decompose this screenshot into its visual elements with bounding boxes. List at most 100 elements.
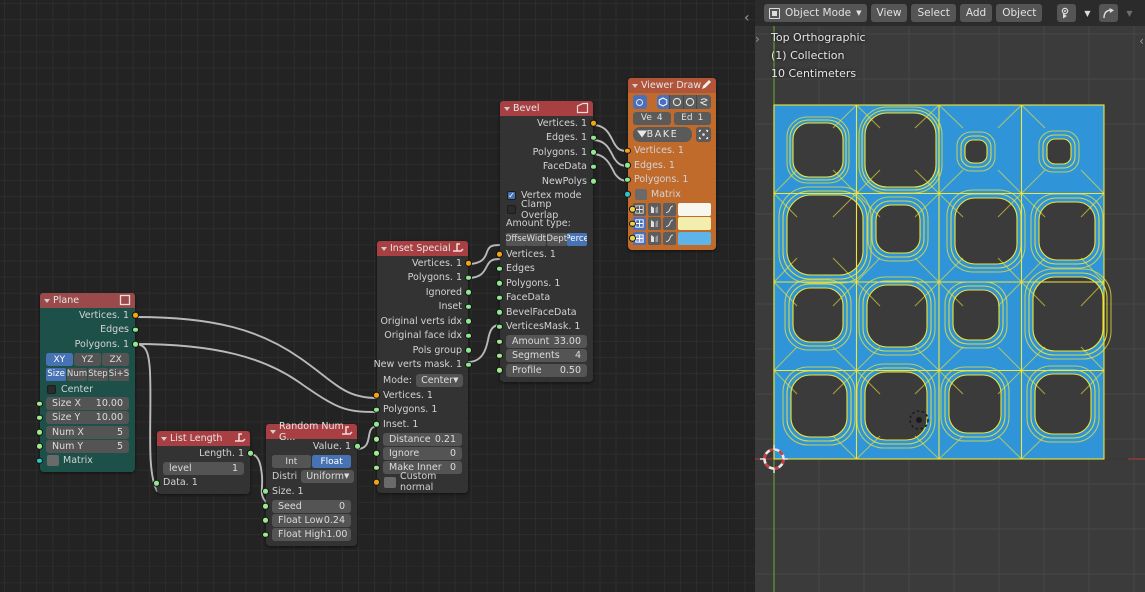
amount-type-width-button[interactable]: Widt [526,232,547,246]
socket-row-polygons-out[interactable]: Polygons. 1 [40,337,139,352]
socket-size-y-in[interactable] [36,414,43,422]
socket-original-verts-idx-out[interactable] [465,318,472,325]
collapse-triangle-icon[interactable] [504,106,510,111]
circle-icon[interactable] [683,95,698,109]
num-x-field[interactable]: Num X 5 [46,425,129,439]
plane-size-x-row[interactable]: Size X 10.00 [36,397,135,411]
amount-type-percent-button[interactable]: Perce [567,232,588,246]
checkbox-icon[interactable] [507,205,516,214]
curve-icon[interactable] [663,217,676,230]
bevel-segments-row[interactable]: Segments 4 [496,349,593,363]
type-float-button[interactable]: Float [312,455,351,468]
socket-num-y-in[interactable] [36,443,43,450]
socket-row-edges-in[interactable]: Edges [496,262,593,277]
socket-vertices-in[interactable] [373,392,380,399]
profile-field[interactable]: Profile 0.50 [506,363,587,377]
socket-row-original-verts-idx-out[interactable]: Original verts idx [377,314,472,329]
socket-polygons-in[interactable] [624,176,631,183]
checkbox-icon[interactable] [507,191,516,200]
plane-mode-buttons[interactable]: Size Num Step Si+S [46,367,130,381]
mode-dropdown[interactable]: Object Mode ▼ [764,4,867,22]
socket-matrix-in[interactable] [36,457,43,465]
bevel-profile-row[interactable]: Profile 0.50 [496,363,593,377]
size-y-field[interactable]: Size Y 10.00 [46,411,129,425]
list-length-level-row[interactable]: level 1 [157,461,250,475]
mode-step-button[interactable]: Step [87,367,109,381]
collapse-triangle-icon[interactable] [381,246,387,251]
viewer-draw-color-row-3[interactable] [629,231,711,245]
inset-custom-normal-row[interactable]: Custom normal [373,471,468,493]
chevron-down-icon[interactable]: ▼ [1078,4,1097,22]
socket-row-vertices-in[interactable]: Vertices. 1 [373,388,468,403]
socket-length-out[interactable] [247,450,254,457]
plane-size-y-row[interactable]: Size Y 10.00 [36,411,135,425]
socket-edges-in[interactable] [624,162,631,169]
socket-row-original-face-idx-out[interactable]: Original face idx [377,329,472,344]
socket-profile-in[interactable] [496,366,503,374]
node-inset-special-header[interactable]: Inset Special [377,241,468,256]
socket-row-polygons-out[interactable]: Polygons. 1 [377,271,472,286]
socket-row-size-in[interactable]: Size. 1 [262,484,357,499]
distance-field[interactable]: Distance 0.21 [383,432,462,446]
axis-xy-button[interactable]: XY [46,353,73,366]
amount-type-depth-button[interactable]: Dept [546,232,567,246]
amount-field[interactable]: Amount 33.00 [506,335,587,349]
color-swatch-3[interactable] [678,231,711,245]
socket-row-edges-out[interactable]: Edges. 1 [500,131,597,146]
plane-axis-buttons[interactable]: XY YZ ZX [46,353,130,366]
float-high-field[interactable]: Float High 1.00 [272,528,351,542]
verts-icon[interactable] [656,95,671,109]
bevel-clamp-overlap-checkbox[interactable]: Clamp Overlap [500,199,593,221]
size-x-field[interactable]: Size X 10.00 [46,397,129,411]
inset-distance-row[interactable]: Distance 0.21 [373,432,468,446]
socket-float-high-in[interactable] [262,531,269,538]
viewport-header[interactable]: Object Mode ▼ View Select Add Object ▼ ▼ [755,0,1145,26]
socket-polygons-out[interactable] [590,149,597,156]
ignore-field[interactable]: Ignore 0 [383,446,462,460]
node-plane[interactable]: Plane Vertices. 1 Edges Polygons. 1 XY Y… [36,293,139,472]
viewer-draw-bake-row[interactable]: BAKE [633,126,711,142]
socket-row-polygons-out[interactable]: Polygons. 1 [500,145,597,160]
socket-polygons-out[interactable] [132,341,139,348]
socket-seed-in[interactable] [262,502,269,510]
plane-center-checkbox[interactable]: Center [40,382,135,396]
viewer-draw-color-row-2[interactable] [629,217,711,230]
socket-verticesmask-in[interactable] [496,323,503,330]
bake-button[interactable]: BAKE [633,126,692,142]
socket-ignored-out[interactable] [465,289,472,296]
socket-vertices-in[interactable] [624,147,631,154]
socket-row-facedata-out[interactable]: FaceData [500,160,597,175]
curve-icon[interactable] [663,231,676,245]
socket-row-polygons-in[interactable]: Polygons. 1 [496,276,593,291]
socket-row-length-out[interactable]: Length. 1 [157,446,254,461]
node-random-num-gen-header[interactable]: Random Num G... [266,421,357,443]
socket-num-x-in[interactable] [36,428,43,436]
node-bevel[interactable]: Bevel Vertices. 1 Edges. 1 Polygons. 1 F… [496,101,597,382]
node-editor[interactable]: Plane Vertices. 1 Edges Polygons. 1 XY Y… [0,0,755,592]
socket-row-vertices-in[interactable]: Vertices. 1 [624,144,716,159]
socket-segments-in[interactable] [496,352,503,360]
socket-row-edges-out[interactable]: Edges [40,323,139,338]
axis-zx-button[interactable]: ZX [102,353,130,366]
socket-row-edges-in[interactable]: Edges. 1 [624,158,716,173]
socket-distance-in[interactable] [373,435,380,443]
socket-row-pols-group-out[interactable]: Pols group [377,343,472,358]
socket-face-color-in[interactable] [629,234,636,242]
socket-row-verticesmask-in[interactable]: VerticesMask. 1 [496,320,593,335]
node-random-num-gen[interactable]: Random Num G... Value. 1 Int Float Distr… [262,421,361,547]
socket-vertices-in[interactable] [496,251,503,258]
socket-row-vertices-in[interactable]: Vertices. 1 [496,247,593,262]
axis-yz-button[interactable]: YZ [74,353,101,366]
shade-icon[interactable] [648,231,661,245]
socket-row-data-in[interactable]: Data. 1 [153,476,250,491]
visibility-icon[interactable] [1057,4,1076,22]
random-float-high-row[interactable]: Float High 1.00 [262,528,357,542]
loop-icon[interactable] [697,95,711,109]
socket-size-x-in[interactable] [36,400,43,407]
socket-row-new-verts-mask-out[interactable]: New verts mask. 1 [374,358,472,373]
num-y-field[interactable]: Num Y 5 [46,439,129,453]
viewer-draw-display-toggles[interactable] [656,95,711,109]
seed-field[interactable]: Seed 0 [272,499,351,513]
segments-field[interactable]: Segments 4 [506,349,587,363]
random-distribution-row[interactable]: Distri Uniform ▼ [272,469,355,483]
